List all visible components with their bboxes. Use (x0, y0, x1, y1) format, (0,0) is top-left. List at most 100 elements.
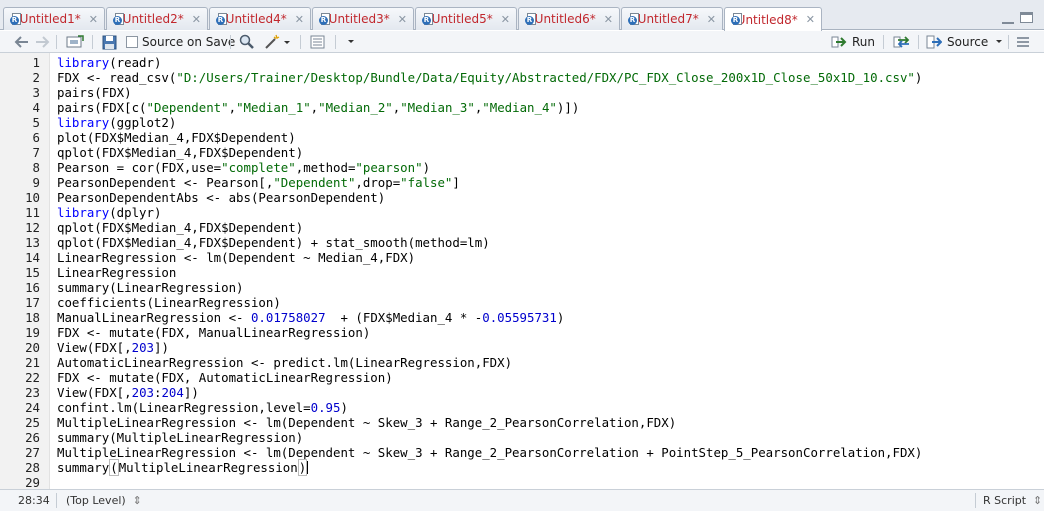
line-number: 17 (25, 295, 40, 310)
editor-toolbar: Source on Save Run Source (0, 31, 1044, 53)
line-number: 16 (25, 280, 40, 295)
tab-untitled4[interactable]: R Untitled4* ✕ (209, 7, 311, 30)
code-text[interactable]: plot(FDX$Median_4,FDX$Dependent) (57, 130, 296, 145)
code-text[interactable]: FDX <- mutate(FDX, AutomaticLinearRegres… (57, 370, 393, 385)
code-text[interactable]: library(dplyr) (57, 205, 161, 220)
line-number: 2 (32, 70, 40, 85)
line-number: 19 (25, 325, 40, 340)
code-text[interactable]: library(readr) (57, 55, 161, 70)
code-text[interactable]: pairs(FDX[c("Dependent","Median_1","Medi… (57, 100, 579, 115)
code-editor[interactable]: 1 library(readr) 2 FDX <- read_csv("D:/User… (0, 53, 1044, 490)
code-text[interactable]: confint.lm(LinearRegression,level=0.95) (57, 400, 348, 415)
close-icon[interactable]: ✕ (501, 13, 510, 26)
code-text[interactable]: summary(MultipleLinearRegression) (57, 430, 303, 445)
line-number: 3 (32, 85, 40, 100)
show-in-window-icon[interactable] (66, 33, 84, 51)
code-text[interactable]: LinearRegression (57, 265, 176, 280)
r-file-icon: R (628, 12, 639, 26)
chevron-down-icon[interactable] (346, 33, 356, 51)
rerun-icon[interactable] (893, 33, 913, 51)
code-text[interactable]: qplot(FDX$Median_4,FDX$Dependent) (57, 220, 303, 235)
hamburger-menu-icon[interactable] (1016, 33, 1030, 51)
code-text[interactable]: View(FDX[,203]) (57, 340, 169, 355)
close-icon[interactable]: ✕ (89, 13, 98, 26)
code-text[interactable]: FDX <- mutate(FDX, ManualLinearRegressio… (57, 325, 370, 340)
tab-label: Untitled6* (534, 12, 596, 26)
line-number: 6 (32, 130, 40, 145)
tab-untitled5[interactable]: R Untitled5* ✕ (415, 7, 517, 30)
line-number: 25 (25, 415, 40, 430)
source-on-save-label: Source on Save (142, 35, 236, 49)
code-text[interactable]: summary(MultipleLinearRegression) (57, 459, 309, 476)
r-file-icon: R (10, 12, 21, 26)
code-text[interactable]: Pearson = cor(FDX,use="complete",method=… (57, 160, 430, 175)
minimize-pane-icon[interactable] (1002, 14, 1014, 24)
line-number: 22 (25, 370, 40, 385)
tab-bar: R Untitled1* ✕ R Untitled2* ✕ R Untitled… (0, 0, 1044, 31)
tab-untitled3[interactable]: R Untitled3* ✕ (312, 7, 414, 30)
updown-chevron-icon: ⇕ (1029, 494, 1043, 507)
tab-label: Untitled2* (122, 12, 184, 26)
scope-label: (Top Level) (66, 494, 126, 507)
source-button[interactable]: Source (926, 33, 1004, 51)
run-arrow-icon (831, 36, 847, 48)
code-text[interactable]: MultipleLinearRegression <- lm(Dependent… (57, 415, 676, 430)
tab-untitled2[interactable]: R Untitled2* ✕ (106, 7, 208, 30)
line-number: 24 (25, 400, 40, 415)
source-arrow-icon (926, 35, 942, 49)
back-arrow-icon[interactable] (14, 33, 30, 51)
document-outline-icon[interactable] (310, 33, 326, 51)
r-file-icon: R (113, 12, 124, 26)
line-number: 26 (25, 430, 40, 445)
close-icon[interactable]: ✕ (192, 13, 201, 26)
scope-selector[interactable]: (Top Level) ⇕ (66, 494, 142, 507)
code-text[interactable]: FDX <- read_csv("D:/Users/Trainer/Deskto… (57, 70, 922, 85)
tab-untitled6[interactable]: R Untitled6* ✕ (518, 7, 620, 30)
run-button[interactable]: Run (831, 33, 875, 51)
tab-label: Untitled5* (431, 12, 493, 26)
tab-untitled8[interactable]: R Untitled8* ✕ (724, 7, 822, 31)
code-text[interactable]: library(ggplot2) (57, 115, 176, 130)
close-icon[interactable]: ✕ (295, 13, 304, 26)
code-text[interactable]: PearsonDependent <- Pearson[,"Dependent"… (57, 175, 460, 190)
line-number: 9 (32, 175, 40, 190)
line-number: 5 (32, 115, 40, 130)
code-tools-wand-icon[interactable] (264, 33, 292, 51)
close-icon[interactable]: ✕ (707, 13, 716, 26)
code-text[interactable]: qplot(FDX$Median_4,FDX$Dependent) (57, 145, 303, 160)
code-text[interactable]: qplot(FDX$Median_4,FDX$Dependent) + stat… (57, 235, 490, 250)
code-text[interactable]: LinearRegression <- lm(Dependent ~ Media… (57, 250, 415, 265)
code-text[interactable]: pairs(FDX) (57, 85, 132, 100)
code-text[interactable]: summary(LinearRegression) (57, 280, 244, 295)
forward-arrow-icon[interactable] (34, 33, 50, 51)
r-file-icon: R (216, 12, 227, 26)
line-number: 20 (25, 340, 40, 355)
file-type-selector[interactable]: R Script ⇕ (983, 494, 1042, 507)
run-label: Run (852, 35, 876, 49)
search-icon[interactable] (239, 33, 255, 51)
close-icon[interactable]: ✕ (398, 13, 407, 26)
code-text[interactable]: PearsonDependentAbs <- abs(PearsonDepend… (57, 190, 385, 205)
file-type-label: R Script (983, 494, 1027, 507)
code-text[interactable]: MultipleLinearRegression <- lm(Dependent… (57, 445, 922, 460)
tab-label: Untitled8* (736, 12, 798, 27)
line-number: 14 (25, 250, 40, 265)
code-text[interactable]: coefficients(LinearRegression) (57, 295, 281, 310)
code-text[interactable]: AutomaticLinearRegression <- predict.lm(… (57, 355, 512, 370)
tab-untitled7[interactable]: R Untitled7* ✕ (621, 7, 723, 30)
code-text[interactable]: View(FDX[,203:204]) (57, 385, 199, 400)
tab-label: Untitled1* (19, 12, 81, 26)
source-on-save-toggle[interactable]: Source on Save (126, 33, 235, 51)
chevron-down-icon[interactable] (994, 37, 1004, 47)
code-text[interactable]: ManualLinearRegression <- 0.01758027 + (… (57, 310, 564, 325)
save-icon[interactable] (102, 33, 117, 51)
source-on-save-checkbox[interactable] (126, 36, 138, 48)
r-file-icon: R (422, 12, 433, 26)
cursor-position: 28:34 (18, 494, 50, 507)
line-number: 8 (32, 160, 40, 175)
tab-untitled1[interactable]: R Untitled1* ✕ (3, 7, 105, 30)
maximize-pane-icon[interactable] (1020, 12, 1033, 23)
close-icon[interactable]: ✕ (806, 13, 815, 26)
close-icon[interactable]: ✕ (604, 13, 613, 26)
line-number: 27 (25, 445, 40, 460)
